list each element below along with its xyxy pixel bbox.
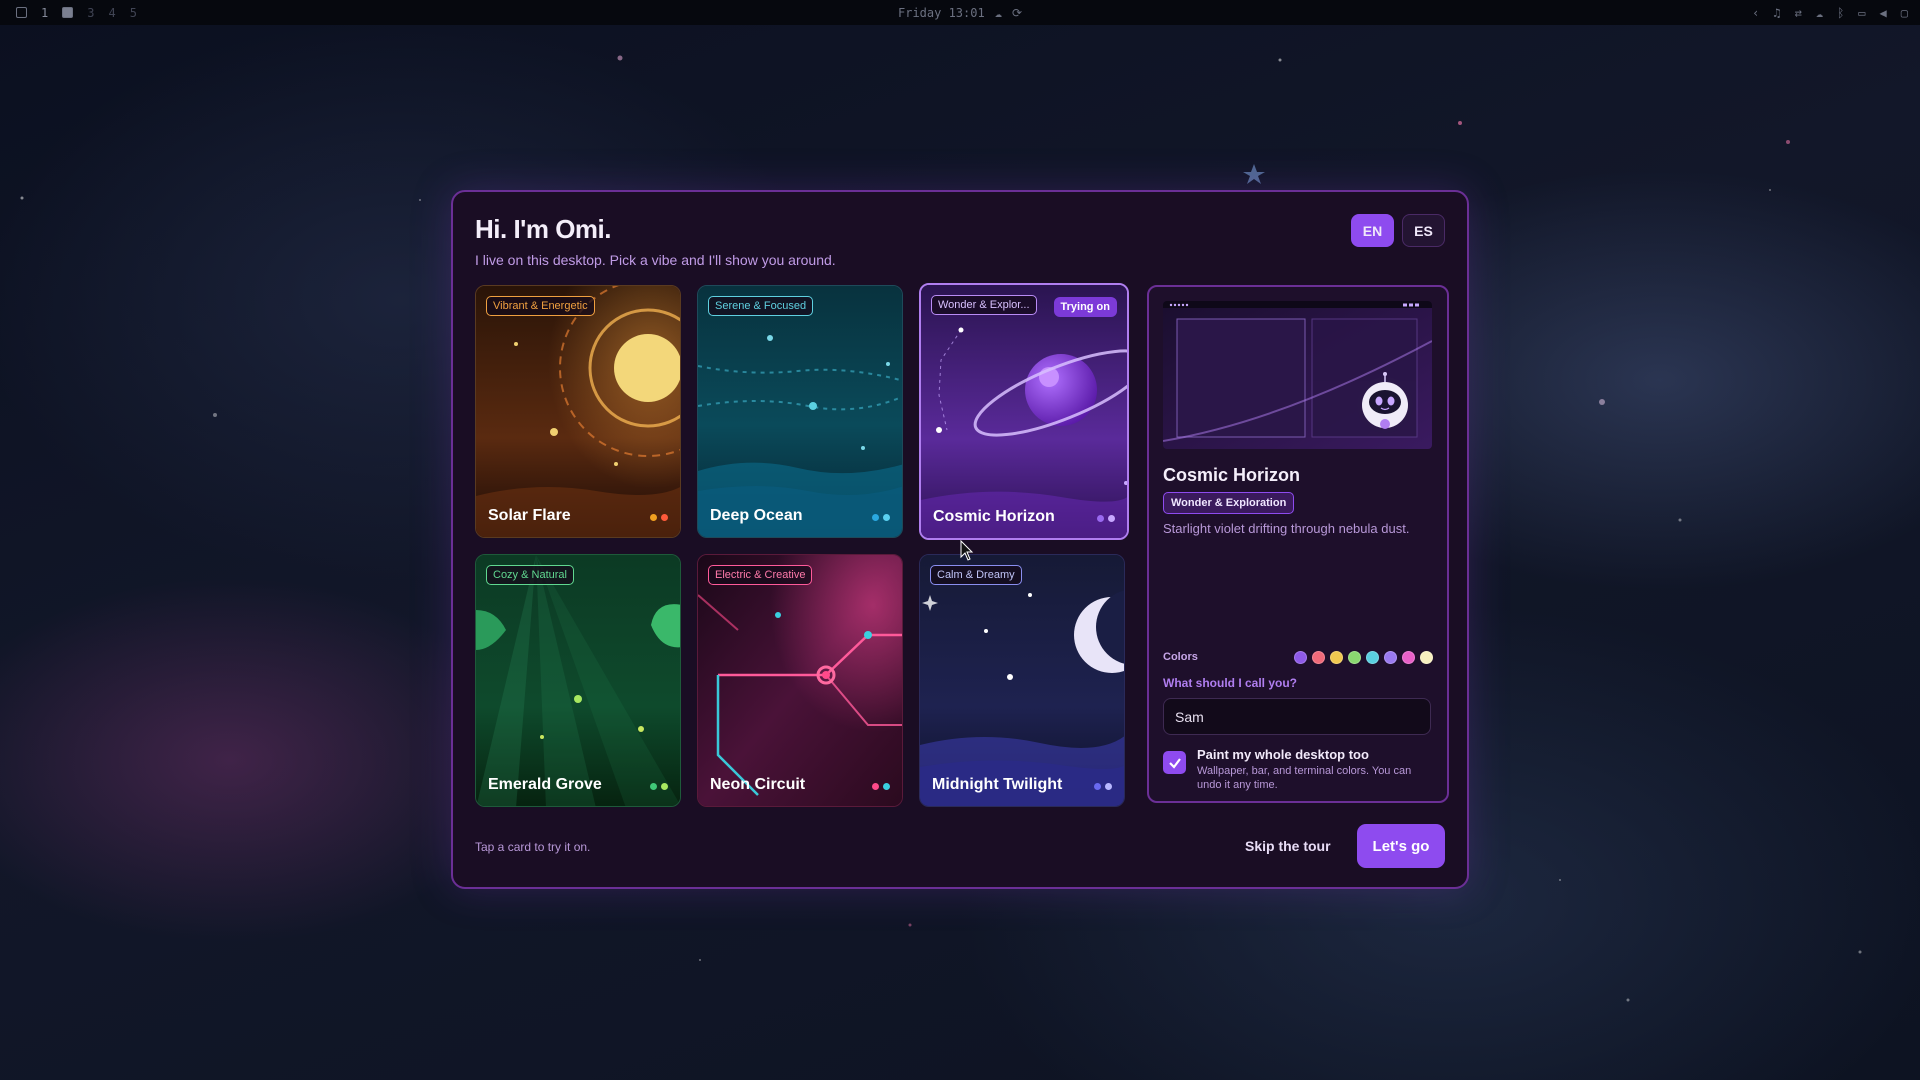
volume-icon[interactable]: ◀ [1880, 6, 1887, 20]
theme-color-dots [1094, 783, 1112, 790]
theme-tag: Vibrant & Energetic [486, 296, 595, 316]
deep-ocean-art [698, 286, 902, 537]
workspace-2-icon[interactable] [62, 7, 74, 18]
theme-color-dots [1097, 515, 1115, 522]
theme-card-neon-circuit[interactable]: Electric & Creative Neon Circuit [697, 554, 903, 807]
lets-go-button[interactable]: Let's go [1357, 824, 1445, 868]
mouse-cursor-icon [960, 540, 974, 561]
music-icon[interactable]: ♫ [1773, 6, 1780, 20]
trying-on-badge: Trying on [1053, 297, 1117, 317]
clock-text: Friday 13:01 [898, 5, 985, 20]
theme-name: Deep Ocean [710, 507, 803, 524]
layout-icon[interactable] [16, 7, 27, 18]
checkmark-icon [1168, 757, 1181, 769]
name-field-label: What should I call you? [1163, 676, 1298, 690]
theme-color-dots [650, 514, 668, 521]
workspace-3[interactable]: 3 [87, 6, 94, 20]
color-swatch [1384, 651, 1397, 664]
cloud-icon[interactable]: ☁ [1816, 6, 1823, 20]
theme-card-deep-ocean[interactable]: Serene & Focused Deep Ocean [697, 285, 903, 538]
theme-tag: Cozy & Natural [486, 565, 574, 585]
color-swatch [1420, 651, 1433, 664]
color-swatch [1348, 651, 1361, 664]
theme-name: Neon Circuit [710, 776, 806, 793]
clock: Friday 13:01 ☁ ⟳ [898, 6, 1022, 20]
theme-card-solar-flare[interactable]: Vibrant & Energetic Solar Flare [475, 285, 681, 538]
theme-color-dots [650, 783, 668, 790]
paint-desktop-label: Paint my whole desktop too [1197, 747, 1369, 762]
network-icon[interactable]: ⇄ [1795, 6, 1802, 20]
sync-icon: ⟳ [1011, 5, 1022, 20]
dialog-title: Hi. I'm Omi. [475, 214, 611, 244]
preview-theme-tag: Wonder & Exploration [1163, 492, 1295, 514]
preview-theme-description: Starlight violet drifting through nebula… [1163, 521, 1410, 536]
theme-tag: Electric & Creative [708, 565, 813, 585]
desktop-preview-thumbnail [1163, 301, 1432, 449]
paint-desktop-checkbox[interactable] [1163, 751, 1186, 774]
top-bar: 1 3 4 5 Friday 13:01 ☁ ⟳ ‹ ♫ ⇄ ☁ ᛒ ▭ ◀ ▢ [0, 0, 1920, 25]
name-input[interactable] [1163, 698, 1431, 735]
hint-text: Tap a card to try it on. [475, 840, 591, 854]
theme-name: Emerald Grove [488, 776, 602, 793]
theme-name: Cosmic Horizon [933, 508, 1055, 525]
midnight-twilight-art [920, 555, 1124, 806]
color-swatch [1366, 651, 1379, 664]
color-swatch [1312, 651, 1325, 664]
color-swatch [1330, 651, 1343, 664]
theme-color-dots [872, 514, 890, 521]
language-en-button[interactable]: EN [1351, 214, 1394, 247]
language-switcher: EN ES [1351, 214, 1445, 247]
workspace-5[interactable]: 5 [130, 6, 137, 20]
system-tray: ‹ ♫ ⇄ ☁ ᛒ ▭ ◀ ▢ [1752, 6, 1908, 20]
color-swatches [1294, 651, 1433, 664]
theme-tag: Calm & Dreamy [930, 565, 1022, 585]
theme-preview-panel: Cosmic Horizon Wonder & Exploration Star… [1147, 285, 1449, 803]
bluetooth-icon[interactable]: ᛒ [1837, 6, 1844, 20]
chevron-left-icon[interactable]: ‹ [1752, 6, 1759, 20]
emerald-grove-art [476, 555, 680, 806]
paint-desktop-description: Wallpaper, bar, and terminal colors. You… [1197, 765, 1412, 791]
theme-color-dots [872, 783, 890, 790]
colors-label: Colors [1163, 651, 1198, 663]
theme-card-emerald-grove[interactable]: Cozy & Natural Emerald Grove [475, 554, 681, 807]
neon-circuit-art [698, 555, 902, 806]
preview-theme-title: Cosmic Horizon [1163, 465, 1301, 485]
skip-tour-button[interactable]: Skip the tour [1245, 838, 1331, 854]
theme-tag: Wonder & Explor... [931, 295, 1037, 315]
workspace-1[interactable]: 1 [41, 6, 48, 20]
display-icon[interactable]: ▭ [1858, 6, 1865, 20]
workspace-switcher: 1 3 4 5 [0, 6, 137, 20]
color-swatch [1294, 651, 1307, 664]
theme-name: Solar Flare [488, 507, 571, 524]
solar-flare-art [476, 286, 680, 537]
cosmic-horizon-art [921, 285, 1127, 538]
theme-card-midnight-twilight[interactable]: Calm & Dreamy Midnight Twilight [919, 554, 1125, 807]
weather-icon: ☁ [994, 5, 1002, 20]
theme-tag: Serene & Focused [708, 296, 814, 316]
workspace-4[interactable]: 4 [108, 6, 115, 20]
dialog-subtitle: I live on this desktop. Pick a vibe and … [475, 252, 836, 268]
theme-card-cosmic-horizon[interactable]: Wonder & Explor... Trying on Cosmic Hori… [919, 283, 1129, 540]
theme-name: Midnight Twilight [932, 776, 1063, 793]
language-es-button[interactable]: ES [1402, 214, 1445, 247]
color-swatch [1402, 651, 1415, 664]
notifications-icon[interactable]: ▢ [1901, 6, 1908, 20]
